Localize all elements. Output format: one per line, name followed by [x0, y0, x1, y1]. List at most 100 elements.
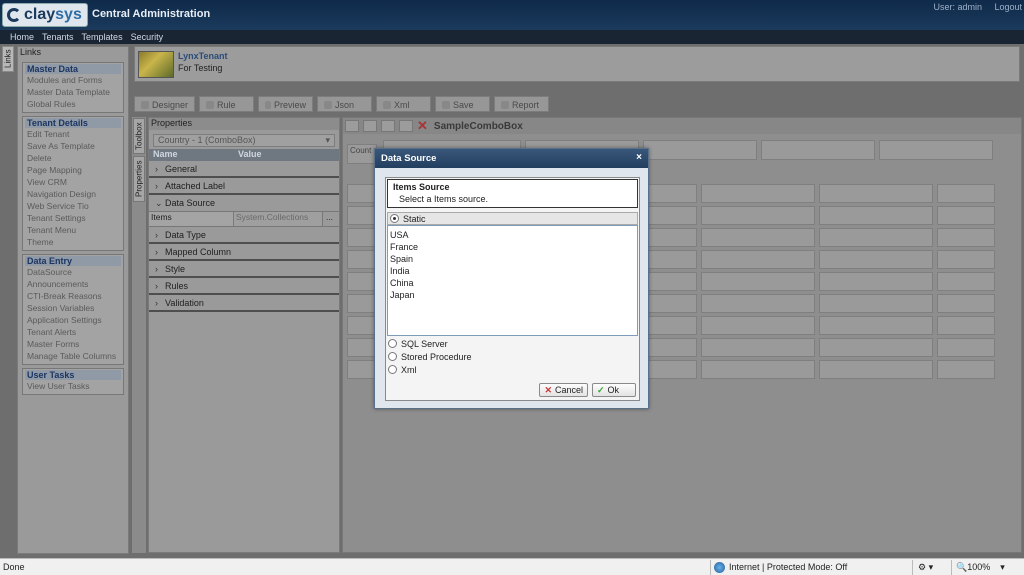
- sidebar-item-web-service[interactable]: Web Service Tio: [25, 200, 121, 212]
- sidebar-item-modules-and-forms[interactable]: Modules and Forms: [25, 74, 121, 86]
- static-items-textarea[interactable]: USA France Spain India China Japan: [387, 225, 638, 336]
- close-icon[interactable]: ×: [636, 152, 642, 163]
- sidebar-item-master-data-template[interactable]: Master Data Template: [25, 86, 121, 98]
- security-tools-icon[interactable]: ⚙ ▾: [918, 562, 933, 573]
- delete-icon[interactable]: ✕: [417, 118, 428, 134]
- sidebar-item-tenant-alerts[interactable]: Tenant Alerts: [25, 326, 121, 338]
- grid-cell[interactable]: [701, 338, 815, 357]
- grid-cell[interactable]: [937, 206, 995, 225]
- grid-cell[interactable]: [701, 294, 815, 313]
- ok-button[interactable]: ✓ Ok: [592, 383, 636, 397]
- sidebar-item-announcements[interactable]: Announcements: [25, 278, 121, 290]
- section-attached-label[interactable]: › Attached Label: [149, 178, 339, 195]
- radio-sql-server[interactable]: SQL Server: [386, 337, 639, 350]
- links-tab[interactable]: Links: [2, 46, 14, 72]
- section-mapped-column[interactable]: › Mapped Column: [149, 244, 339, 261]
- grid-cell[interactable]: [819, 338, 933, 357]
- grid-cell[interactable]: [701, 228, 815, 247]
- xml-button[interactable]: Xml: [376, 96, 432, 112]
- section-data-type[interactable]: › Data Type: [149, 227, 339, 244]
- sidebar-item-view-user-tasks[interactable]: View User Tasks: [25, 380, 121, 392]
- sidebar-item-master-forms[interactable]: Master Forms: [25, 338, 121, 350]
- sidebar-item-application-settings[interactable]: Application Settings: [25, 314, 121, 326]
- rule-button[interactable]: Rule: [199, 96, 255, 112]
- grid-cell[interactable]: [937, 294, 995, 313]
- info-subtitle: Select a Items source.: [399, 194, 489, 204]
- section-validation[interactable]: › Validation: [149, 295, 339, 312]
- add-row-icon[interactable]: [345, 120, 359, 132]
- grid-cell[interactable]: [937, 360, 995, 379]
- tab-properties[interactable]: Properties: [133, 156, 145, 202]
- grid-cell[interactable]: [701, 206, 815, 225]
- sidebar-item-cti-break-reasons[interactable]: CTI-Break Reasons: [25, 290, 121, 302]
- sidebar-item-tenant-menu[interactable]: Tenant Menu: [25, 224, 121, 236]
- add-column-icon[interactable]: [363, 120, 377, 132]
- grid-cell[interactable]: [937, 272, 995, 291]
- designer-button[interactable]: Designer: [134, 96, 196, 112]
- control-select[interactable]: Country - 1 (ComboBox): [153, 134, 335, 147]
- grid-cell[interactable]: [937, 316, 995, 335]
- items-browse-button[interactable]: ...: [322, 212, 336, 226]
- tab-toolbox[interactable]: Toolbox: [133, 118, 145, 154]
- grid-cell[interactable]: [937, 184, 995, 203]
- grid-cell[interactable]: [819, 184, 933, 203]
- nav-templates[interactable]: Templates: [82, 32, 123, 42]
- grid-cell[interactable]: [819, 272, 933, 291]
- grid-cell[interactable]: [819, 206, 933, 225]
- grid-cell[interactable]: Count: [347, 144, 377, 164]
- nav-home[interactable]: Home: [10, 32, 34, 42]
- sidebar-item-save-as-template[interactable]: Save As Template: [25, 140, 121, 152]
- sidebar-item-page-mapping[interactable]: Page Mapping: [25, 164, 121, 176]
- sidebar-item-datasource[interactable]: DataSource: [25, 266, 121, 278]
- radio-static[interactable]: Static: [387, 212, 638, 225]
- json-button[interactable]: Json: [317, 96, 373, 112]
- grid-cell[interactable]: [937, 250, 995, 269]
- tenant-name[interactable]: LynxTenant: [178, 51, 228, 61]
- logout-link[interactable]: Logout: [994, 2, 1022, 12]
- properties-panel: Properties Country - 1 (ComboBox) Name V…: [148, 117, 340, 553]
- section-general[interactable]: › General: [149, 161, 339, 178]
- sidebar-item-manage-table-columns[interactable]: Manage Table Columns: [25, 350, 121, 362]
- grid-header-cell[interactable]: [761, 140, 875, 160]
- grid-cell[interactable]: [819, 250, 933, 269]
- grid-cell[interactable]: [701, 184, 815, 203]
- zoom-control[interactable]: 🔍 100% ▾: [956, 562, 1005, 573]
- chevron-right-icon: ›: [155, 163, 158, 174]
- sidebar-item-view-crm[interactable]: View CRM: [25, 176, 121, 188]
- grid-header-cell[interactable]: [879, 140, 993, 160]
- grid-cell[interactable]: [701, 272, 815, 291]
- grid-cell[interactable]: [701, 316, 815, 335]
- section-rules[interactable]: › Rules: [149, 278, 339, 295]
- grid-cell[interactable]: [937, 338, 995, 357]
- sidebar-item-global-rules[interactable]: Global Rules: [25, 98, 121, 110]
- preview-button[interactable]: Preview: [258, 96, 314, 112]
- section-data-source[interactable]: ⌄ Data Source: [149, 195, 339, 212]
- report-button[interactable]: Report: [494, 96, 550, 112]
- grid-header-cell[interactable]: [643, 140, 757, 160]
- security-zone[interactable]: Internet | Protected Mode: Off: [714, 561, 847, 573]
- sidebar-item-delete[interactable]: Delete: [25, 152, 121, 164]
- radio-xml[interactable]: Xml: [386, 363, 639, 376]
- save-button[interactable]: Save: [435, 96, 491, 112]
- align-right-icon[interactable]: [399, 120, 413, 132]
- grid-cell[interactable]: [819, 316, 933, 335]
- grid-cell[interactable]: [819, 228, 933, 247]
- sidebar-item-theme[interactable]: Theme: [25, 236, 121, 248]
- sidebar-item-navigation-design[interactable]: Navigation Design: [25, 188, 121, 200]
- align-left-icon[interactable]: [381, 120, 395, 132]
- nav-tenants[interactable]: Tenants: [42, 32, 74, 42]
- sidebar-item-edit-tenant[interactable]: Edit Tenant: [25, 128, 121, 140]
- grid-cell[interactable]: [701, 250, 815, 269]
- property-items-value[interactable]: System.Collections: [234, 212, 322, 226]
- grid-cell[interactable]: [937, 228, 995, 247]
- cancel-button[interactable]: ✕ Cancel: [539, 383, 588, 397]
- radio-stored-procedure[interactable]: Stored Procedure: [386, 350, 639, 363]
- grid-cell[interactable]: [701, 360, 815, 379]
- designer-toolbar: Designer Rule Preview Json Xml Save Repo…: [134, 96, 553, 114]
- sidebar-item-tenant-settings[interactable]: Tenant Settings: [25, 212, 121, 224]
- grid-cell[interactable]: [819, 294, 933, 313]
- grid-cell[interactable]: [819, 360, 933, 379]
- nav-security[interactable]: Security: [131, 32, 164, 42]
- section-style[interactable]: › Style: [149, 261, 339, 278]
- sidebar-item-session-variables[interactable]: Session Variables: [25, 302, 121, 314]
